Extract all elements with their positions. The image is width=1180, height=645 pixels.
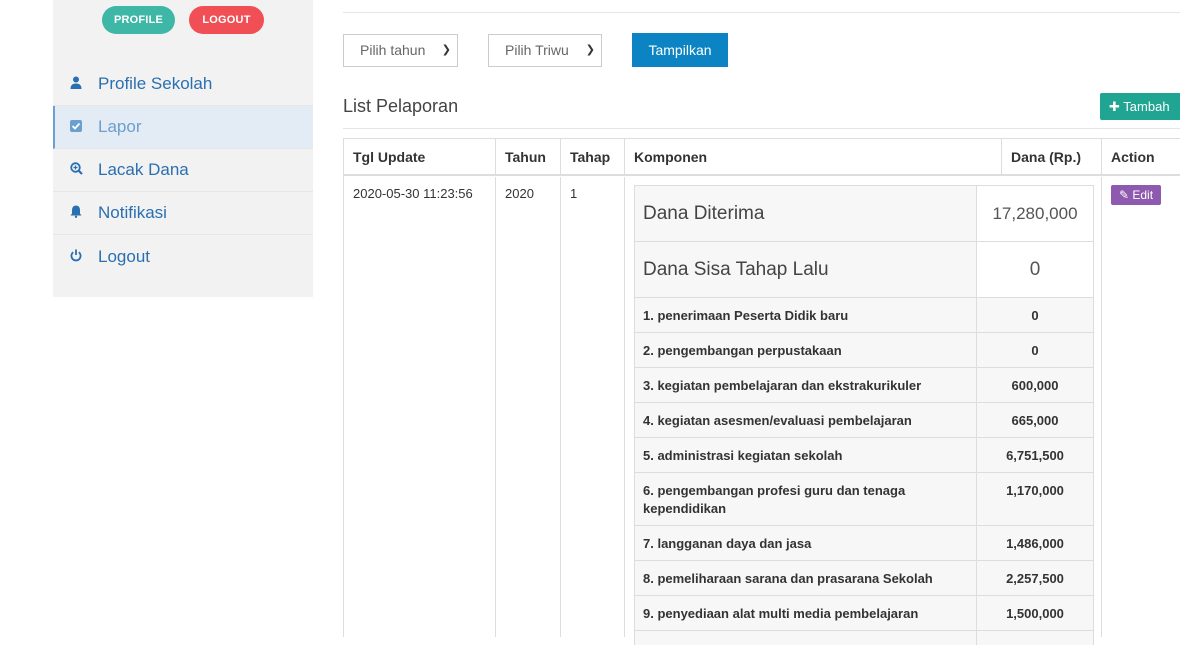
komponen-row: 3. kegiatan pembelajaran dan ekstrakurik… xyxy=(635,368,1093,403)
komponen-row: 7. langganan daya dan jasa 1,486,000 xyxy=(635,526,1093,561)
komponen-label: 1. penerimaan Peserta Didik baru xyxy=(635,298,977,332)
komponen-row: Dana Sisa Tahap Lalu 0 xyxy=(635,242,1093,298)
header-dana: Dana (Rp.) xyxy=(1002,139,1102,176)
edit-button-label: Edit xyxy=(1132,188,1154,202)
komponen-row: 4. kegiatan asesmen/evaluasi pembelajara… xyxy=(635,403,1093,438)
sidebar-item-logout[interactable]: Logout xyxy=(53,235,313,278)
header-tahap: Tahap xyxy=(561,139,625,176)
komponen-value: 0 xyxy=(1031,342,1039,358)
komponen-row: 8. pemeliharaan sarana dan prasarana Sek… xyxy=(635,561,1093,596)
komponen-row xyxy=(635,631,1093,645)
sidebar-item-lacak-dana[interactable]: Lacak Dana xyxy=(53,149,313,192)
check-square-icon xyxy=(70,119,98,135)
sidebar-item-label: Notifikasi xyxy=(98,203,167,222)
cell-action xyxy=(1102,177,1180,637)
bell-icon xyxy=(70,205,98,221)
header-tgl-update: Tgl Update xyxy=(344,139,496,176)
komponen-label: 4. kegiatan asesmen/evaluasi pembelajara… xyxy=(635,403,977,437)
sidebar-item-label: Lapor xyxy=(98,117,142,136)
power-icon xyxy=(70,249,98,265)
report-table: Tgl Update Tahun Tahap Komponen Dana (Rp… xyxy=(343,138,1180,645)
sidebar-item-label: Logout xyxy=(98,246,150,266)
chevron-down-icon: ❯ xyxy=(585,44,595,56)
komponen-table: Dana Diterima 17,280,000 Dana Sisa Tahap… xyxy=(634,185,1094,645)
komponen-value: 0 xyxy=(1031,307,1039,323)
komponen-label: 7. langganan daya dan jasa xyxy=(635,526,977,560)
title-divider xyxy=(343,128,1180,129)
komponen-label: 5. administrasi kegiatan sekolah xyxy=(635,438,977,472)
plus-icon: ✚ xyxy=(1109,99,1120,114)
komponen-value: 6,751,500 xyxy=(1006,447,1064,463)
komponen-label: 6. pengembangan profesi guru dan tenaga … xyxy=(635,473,977,525)
cell-tahun: 2020 xyxy=(496,177,561,637)
komponen-row: Dana Diterima 17,280,000 xyxy=(635,186,1093,242)
top-divider xyxy=(343,12,1180,13)
komponen-label: 3. kegiatan pembelajaran dan ekstrakurik… xyxy=(635,368,977,402)
logout-button[interactable]: LOGOUT xyxy=(189,6,264,34)
komponen-value: 0 xyxy=(977,242,1093,297)
edit-button[interactable]: ✎ Edit xyxy=(1111,185,1161,205)
quarter-select[interactable]: Pilih Triwu ❯ xyxy=(488,34,602,67)
komponen-row: 1. penerimaan Peserta Didik baru 0 xyxy=(635,298,1093,333)
komponen-row: 6. pengembangan profesi guru dan tenaga … xyxy=(635,473,1093,526)
komponen-value: 2,257,500 xyxy=(1006,570,1064,586)
sidebar-item-label: Profile Sekolah xyxy=(98,74,213,93)
chevron-down-icon: ❯ xyxy=(441,44,451,56)
profile-button[interactable]: PROFILE xyxy=(102,6,175,34)
sidebar-item-lapor[interactable]: Lapor xyxy=(53,106,313,149)
show-button[interactable]: Tampilkan xyxy=(632,33,728,67)
sidebar-item-notifikasi[interactable]: Notifikasi xyxy=(53,192,313,235)
header-action: Action xyxy=(1102,139,1180,176)
komponen-value: 1,500,000 xyxy=(1006,605,1064,621)
add-button[interactable]: ✚ Tambah xyxy=(1100,93,1180,120)
komponen-label: 8. pemeliharaan sarana dan prasarana Sek… xyxy=(635,561,977,595)
komponen-label: 9. penyediaan alat multi media pembelaja… xyxy=(635,596,977,630)
komponen-row: 5. administrasi kegiatan sekolah 6,751,5… xyxy=(635,438,1093,473)
komponen-value: 17,280,000 xyxy=(977,186,1093,241)
add-button-label: Tambah xyxy=(1123,99,1170,114)
sidebar-item-label: Lacak Dana xyxy=(98,160,189,179)
komponen-label: Dana Sisa Tahap Lalu xyxy=(635,242,977,297)
komponen-label: Dana Diterima xyxy=(635,186,977,241)
user-icon xyxy=(70,76,98,92)
komponen-value: 665,000 xyxy=(1011,412,1059,428)
komponen-value xyxy=(977,631,1093,645)
cell-tahap: 1 xyxy=(561,177,625,637)
quarter-select-value: Pilih Triwu xyxy=(505,42,569,58)
edit-icon: ✎ xyxy=(1118,188,1130,202)
komponen-row: 9. penyediaan alat multi media pembelaja… xyxy=(635,596,1093,631)
header-komponen: Komponen xyxy=(625,139,1002,176)
sidebar: PROFILE LOGOUT Profile Sekolah Lapor Lac… xyxy=(53,0,313,297)
sidebar-menu: Profile Sekolah Lapor Lacak Dana Notifik… xyxy=(53,63,313,278)
komponen-value: 1,170,000 xyxy=(1006,483,1064,498)
komponen-label: 2. pengembangan perpustakaan xyxy=(635,333,977,367)
search-plus-icon xyxy=(70,162,98,178)
sidebar-item-profile-sekolah[interactable]: Profile Sekolah xyxy=(53,63,313,106)
komponen-value: 600,000 xyxy=(1011,377,1059,393)
year-select-value: Pilih tahun xyxy=(360,42,426,58)
header-tahun: Tahun xyxy=(496,139,561,176)
page-title: List Pelaporan xyxy=(343,96,459,116)
komponen-row: 2. pengembangan perpustakaan 0 xyxy=(635,333,1093,368)
sidebar-top-buttons: PROFILE LOGOUT xyxy=(53,6,313,34)
cell-tgl-update: 2020-05-30 11:23:56 xyxy=(344,177,496,637)
komponen-value: 1,486,000 xyxy=(1006,535,1064,551)
year-select[interactable]: Pilih tahun ❯ xyxy=(343,34,458,67)
komponen-label xyxy=(635,631,977,645)
